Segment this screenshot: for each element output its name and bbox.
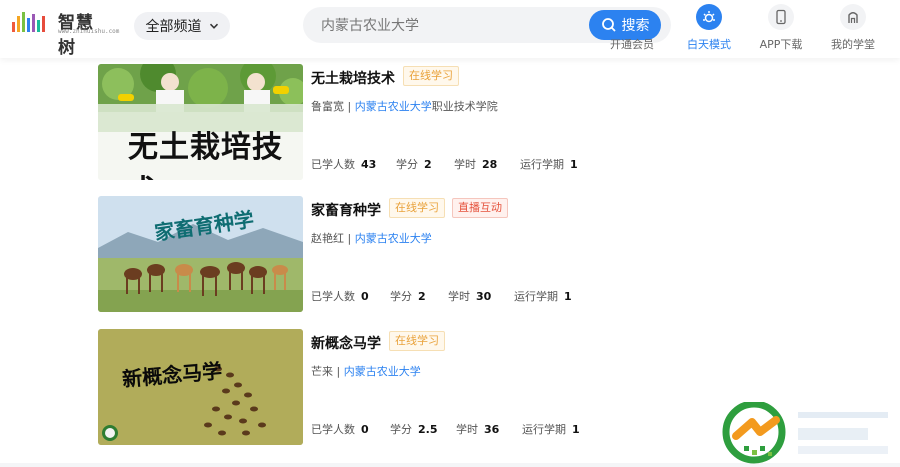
teacher-org-link[interactable]: 内蒙古农业大学 [344, 365, 421, 378]
nav-my-classroom[interactable]: 我的学堂 [820, 4, 886, 54]
course-teacher: 芒来 | 内蒙古农业大学 [311, 363, 421, 379]
course-card[interactable]: 新概念马学 新概念马学 在线学习 芒来 | 内蒙古农业大学 已学人数 0 学分 2.… [98, 329, 580, 445]
stat-terms: 运行学期 1 [522, 423, 580, 436]
search-button-label: 搜索 [621, 18, 650, 34]
teacher-name: 芒来 [311, 365, 333, 378]
course-title[interactable]: 家畜育种学 [311, 200, 381, 220]
teacher-org-suffix: 职业技术学院 [431, 100, 498, 113]
top-header: 智慧树 www.zhihuishu.com 全部频道 搜索 开通会员 白天模式 [0, 0, 900, 58]
course-teacher: 赵艳红 | 内蒙古农业大学 [311, 230, 432, 246]
phone-icon [768, 4, 794, 30]
course-title[interactable]: 新概念马学 [311, 333, 381, 353]
course-card[interactable]: 无土栽培技术 无土栽培技术 在线学习 鲁富宽 | 内蒙古农业大学职业技术学院 已… [98, 64, 578, 180]
day-mode-icon [696, 4, 722, 30]
course-thumbnail[interactable]: 家畜育种学 [98, 196, 303, 312]
stat-learners: 已学人数 0 [311, 423, 369, 436]
thumbnail-title: 无土栽培技术 [128, 130, 283, 180]
nav-member-label[interactable]: 开通会员 [610, 36, 654, 52]
search-icon [601, 18, 616, 32]
course-thumbnail[interactable]: 新概念马学 [98, 329, 303, 445]
stat-learners: 已学人数 0 [311, 290, 369, 303]
nav-app-download-label: APP下载 [759, 38, 803, 51]
stat-credits: 学分 2 [390, 290, 426, 303]
teacher-name: 赵艳红 [311, 232, 344, 245]
course-thumbnail[interactable]: 无土栽培技术 [98, 64, 303, 180]
stat-hours: 学时 28 [454, 158, 498, 171]
chevron-down-icon [209, 23, 218, 29]
logo-bars-icon [12, 12, 45, 32]
tag-online-learning: 在线学习 [403, 66, 459, 86]
stat-hours: 学时 30 [448, 290, 492, 303]
home-icon [840, 4, 866, 30]
tag-online-learning: 在线学习 [389, 198, 445, 218]
teacher-name: 鲁富宽 [311, 100, 344, 113]
nav-app-download[interactable]: APP下载 [748, 4, 814, 54]
nav-my-classroom-label: 我的学堂 [831, 38, 875, 51]
teacher-separator: | [347, 232, 355, 245]
stat-learners: 已学人数 43 [311, 158, 377, 171]
search-input[interactable] [319, 7, 583, 45]
stat-credits: 学分 2 [396, 158, 432, 171]
logo-url: www.zhihuishu.com [58, 28, 120, 35]
site-logo[interactable]: 智慧树 www.zhihuishu.com [12, 10, 119, 58]
stat-terms: 运行学期 1 [514, 290, 572, 303]
news-center-watermark-logo [722, 402, 888, 464]
course-card[interactable]: 家畜育种学 家畜育种学 在线学习 直播互动 赵艳红 | 内蒙古农业大学 已学人数… [98, 196, 578, 312]
tag-online-learning: 在线学习 [389, 331, 445, 351]
course-title[interactable]: 无土栽培技术 [311, 68, 395, 88]
channel-dropdown[interactable]: 全部频道 [134, 12, 230, 40]
stat-terms: 运行学期 1 [520, 158, 578, 171]
stat-hours: 学时 36 [456, 423, 500, 436]
tag-live-interaction: 直播互动 [452, 198, 508, 218]
teacher-org-link[interactable]: 内蒙古农业大学 [355, 100, 432, 113]
teacher-separator: | [347, 100, 355, 113]
teacher-org-link[interactable]: 内蒙古农业大学 [355, 232, 432, 245]
channel-label: 全部频道 [145, 19, 202, 35]
teacher-separator: | [336, 365, 344, 378]
nav-day-mode[interactable]: 白天模式 [676, 4, 742, 54]
course-teacher: 鲁富宽 | 内蒙古农业大学职业技术学院 [311, 98, 498, 114]
stat-credits: 学分 2.5 [390, 423, 438, 436]
nav-day-mode-label: 白天模式 [687, 38, 731, 51]
